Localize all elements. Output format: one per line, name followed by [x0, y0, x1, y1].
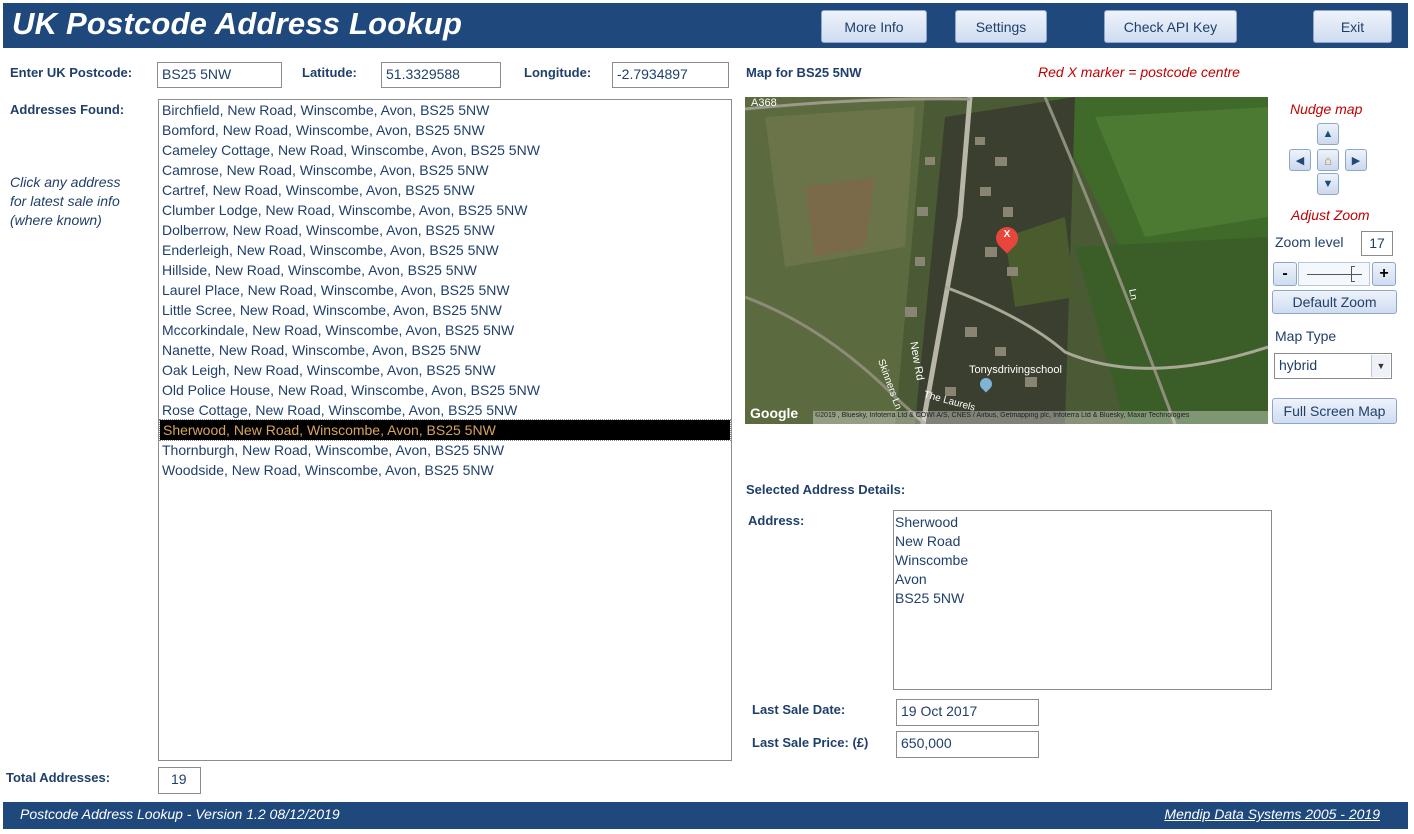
exit-button[interactable]: Exit: [1313, 10, 1392, 43]
list-item[interactable]: Woodside, New Road, Winscombe, Avon, BS2…: [159, 460, 731, 480]
nudge-map-label: Nudge map: [1290, 101, 1363, 117]
zoom-level-label: Zoom level: [1275, 234, 1344, 250]
list-item[interactable]: Nanette, New Road, Winscombe, Avon, BS25…: [159, 340, 731, 360]
total-addresses-field: 19: [158, 767, 201, 794]
address-details-box[interactable]: Sherwood New Road Winscombe Avon BS25 5N…: [893, 510, 1272, 690]
last-sale-date-field[interactable]: 19 Oct 2017: [896, 699, 1039, 726]
address-line: BS25 5NW: [895, 590, 965, 606]
road-label: Ln: [1126, 288, 1139, 301]
map-type-value: hybrid: [1279, 357, 1318, 373]
address-line: Winscombe: [895, 552, 969, 568]
list-item[interactable]: Birchfield, New Road, Winscombe, Avon, B…: [159, 100, 731, 120]
postcode-input[interactable]: BS25 5NW: [157, 62, 282, 88]
list-item[interactable]: Cartref, New Road, Winscombe, Avon, BS25…: [159, 180, 731, 200]
marker-note: Red X marker = postcode centre: [1038, 64, 1240, 80]
map-title: Map for BS25 5NW: [746, 65, 862, 80]
latitude-label: Latitude:: [302, 65, 357, 80]
address-label: Address:: [748, 513, 805, 528]
nudge-down-button[interactable]: ▼: [1317, 173, 1339, 195]
default-zoom-button[interactable]: Default Zoom: [1272, 290, 1397, 314]
list-item[interactable]: Cameley Cottage, New Road, Winscombe, Av…: [159, 140, 731, 160]
list-item[interactable]: Clumber Lodge, New Road, Winscombe, Avon…: [159, 200, 731, 220]
settings-button[interactable]: Settings: [955, 10, 1047, 43]
list-item[interactable]: Dolberrow, New Road, Winscombe, Avon, BS…: [159, 220, 731, 240]
nudge-up-button[interactable]: ▲: [1317, 123, 1339, 145]
chevron-down-icon[interactable]: ▼: [1371, 355, 1390, 377]
last-sale-price-field[interactable]: 650,000: [896, 731, 1039, 758]
map-type-select[interactable]: hybrid ▼: [1274, 353, 1392, 379]
check-api-key-button[interactable]: Check API Key: [1104, 10, 1237, 43]
addresses-list[interactable]: Birchfield, New Road, Winscombe, Avon, B…: [158, 99, 732, 761]
full-screen-map-button[interactable]: Full Screen Map: [1272, 398, 1397, 424]
list-item-selected[interactable]: Sherwood, New Road, Winscombe, Avon, BS2…: [159, 419, 731, 441]
total-addresses-label: Total Addresses:: [6, 770, 111, 785]
selected-details-heading: Selected Address Details:: [746, 482, 906, 497]
postcode-label: Enter UK Postcode:: [10, 65, 133, 80]
arrow-right-icon: ▶: [1351, 154, 1361, 167]
google-logo: Google: [750, 405, 799, 421]
nudge-home-button[interactable]: ⌂: [1317, 149, 1339, 171]
zoom-in-button[interactable]: +: [1372, 262, 1396, 286]
list-item[interactable]: Mccorkindale, New Road, Winscombe, Avon,…: [159, 320, 731, 340]
footer-link[interactable]: Mendip Data Systems 2005 - 2019: [1164, 806, 1380, 822]
address-line: Sherwood: [895, 514, 959, 530]
list-item[interactable]: Old Police House, New Road, Winscombe, A…: [159, 380, 731, 400]
arrow-up-icon: ▲: [1322, 128, 1334, 140]
list-item[interactable]: Rose Cottage, New Road, Winscombe, Avon,…: [159, 400, 731, 420]
app-title: UK Postcode Address Lookup: [12, 6, 463, 41]
list-item[interactable]: Camrose, New Road, Winscombe, Avon, BS25…: [159, 160, 731, 180]
map-type-label: Map Type: [1275, 328, 1337, 344]
addresses-found-label: Addresses Found:: [10, 102, 125, 117]
address-line: New Road: [895, 533, 961, 549]
poi-label: Tonysdrivingschool: [969, 364, 1062, 376]
road-label: A368: [751, 97, 777, 109]
last-sale-date-label: Last Sale Date:: [752, 702, 846, 717]
zoom-slider[interactable]: [1298, 262, 1370, 286]
nudge-left-button[interactable]: ◀: [1289, 149, 1311, 171]
arrow-down-icon: ▼: [1322, 178, 1334, 190]
slider-thumb[interactable]: [1351, 266, 1355, 282]
satellite-map[interactable]: A368 New Rd Skinners Ln The Laurels Ln T…: [745, 97, 1268, 424]
list-item[interactable]: Enderleigh, New Road, Winscombe, Avon, B…: [159, 240, 731, 260]
list-item[interactable]: Little Scree, New Road, Winscombe, Avon,…: [159, 300, 731, 320]
nudge-right-button[interactable]: ▶: [1345, 149, 1367, 171]
marker-label: X: [1003, 229, 1011, 240]
more-info-button[interactable]: More Info: [821, 10, 927, 43]
zoom-out-button[interactable]: -: [1273, 262, 1297, 286]
longitude-label: Longitude:: [524, 65, 592, 80]
adjust-zoom-label: Adjust Zoom: [1291, 207, 1370, 223]
hint-line: (where known): [10, 212, 102, 228]
latitude-field[interactable]: 51.3329588: [381, 62, 501, 88]
arrow-left-icon: ◀: [1295, 154, 1305, 167]
footer-version: Postcode Address Lookup - Version 1.2 08…: [20, 806, 340, 822]
hint-line: Click any address: [10, 174, 121, 190]
address-line: Avon: [895, 571, 927, 587]
list-item[interactable]: Laurel Place, New Road, Winscombe, Avon,…: [159, 280, 731, 300]
list-item[interactable]: Bomford, New Road, Winscombe, Avon, BS25…: [159, 120, 731, 140]
list-item[interactable]: Thornburgh, New Road, Winscombe, Avon, B…: [159, 440, 731, 460]
home-icon: ⌂: [1324, 152, 1332, 168]
last-sale-price-label: Last Sale Price: (£): [752, 735, 869, 750]
list-item[interactable]: Hillside, New Road, Winscombe, Avon, BS2…: [159, 260, 731, 280]
longitude-field[interactable]: -2.7934897: [612, 62, 729, 88]
zoom-level-field[interactable]: 17: [1361, 231, 1393, 256]
map-attribution: ©2019 , Bluesky, Infoterra Ltd & COWI A/…: [815, 412, 1190, 419]
list-item[interactable]: Oak Leigh, New Road, Winscombe, Avon, BS…: [159, 360, 731, 380]
address-hint: Click any address for latest sale info (…: [10, 173, 121, 230]
hint-line: for latest sale info: [10, 193, 120, 209]
